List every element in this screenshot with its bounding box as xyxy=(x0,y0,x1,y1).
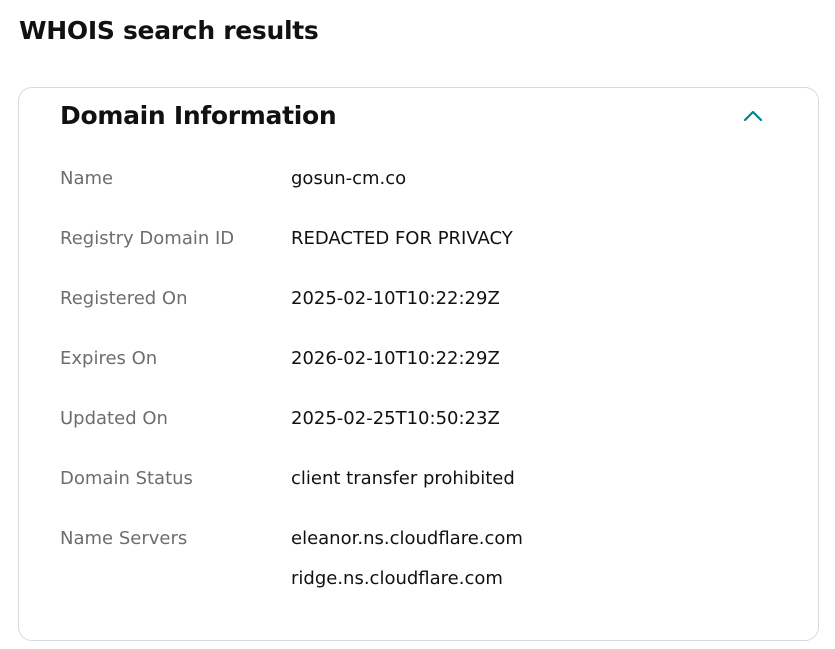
field-value-registered-on: 2025-02-10T10:22:29Z xyxy=(291,288,500,309)
field-row-name-servers: Name Servers eleanor.ns.cloudflare.com r… xyxy=(60,527,800,589)
field-label-registry-domain-id: Registry Domain ID xyxy=(60,228,235,249)
field-label-domain-status: Domain Status xyxy=(60,468,193,489)
field-label-registered-on: Registered On xyxy=(60,288,188,309)
field-row-expires-on: Expires On 2026-02-10T10:22:29Z xyxy=(60,347,800,371)
field-row-registry-domain-id: Registry Domain ID REDACTED FOR PRIVACY xyxy=(60,227,800,251)
field-row-registered-on: Registered On 2025-02-10T10:22:29Z xyxy=(60,287,800,311)
field-value-domain-status: client transfer prohibited xyxy=(291,468,515,489)
field-label-expires-on: Expires On xyxy=(60,348,158,369)
domain-information-card: Domain Information Name gosun-cm.co Regi… xyxy=(18,87,819,641)
field-value-updated-on: 2025-02-25T10:50:23Z xyxy=(291,408,500,429)
collapse-toggle-button[interactable] xyxy=(737,102,769,130)
page-title: WHOIS search results xyxy=(19,16,319,45)
field-label-updated-on: Updated On xyxy=(60,408,168,429)
name-server-value: eleanor.ns.cloudflare.com xyxy=(291,528,523,549)
field-label-name: Name xyxy=(60,168,114,189)
chevron-up-icon xyxy=(743,110,763,122)
field-row-name: Name gosun-cm.co xyxy=(60,167,800,191)
field-row-domain-status: Domain Status client transfer prohibited xyxy=(60,467,800,491)
domain-information-title: Domain Information xyxy=(60,101,337,130)
field-value-registry-domain-id: REDACTED FOR PRIVACY xyxy=(291,228,513,249)
field-label-name-servers: Name Servers xyxy=(60,528,188,549)
field-value-expires-on: 2026-02-10T10:22:29Z xyxy=(291,348,500,369)
name-server-value: ridge.ns.cloudflare.com xyxy=(291,568,503,589)
field-row-updated-on: Updated On 2025-02-25T10:50:23Z xyxy=(60,407,800,431)
field-value-name: gosun-cm.co xyxy=(291,168,407,189)
